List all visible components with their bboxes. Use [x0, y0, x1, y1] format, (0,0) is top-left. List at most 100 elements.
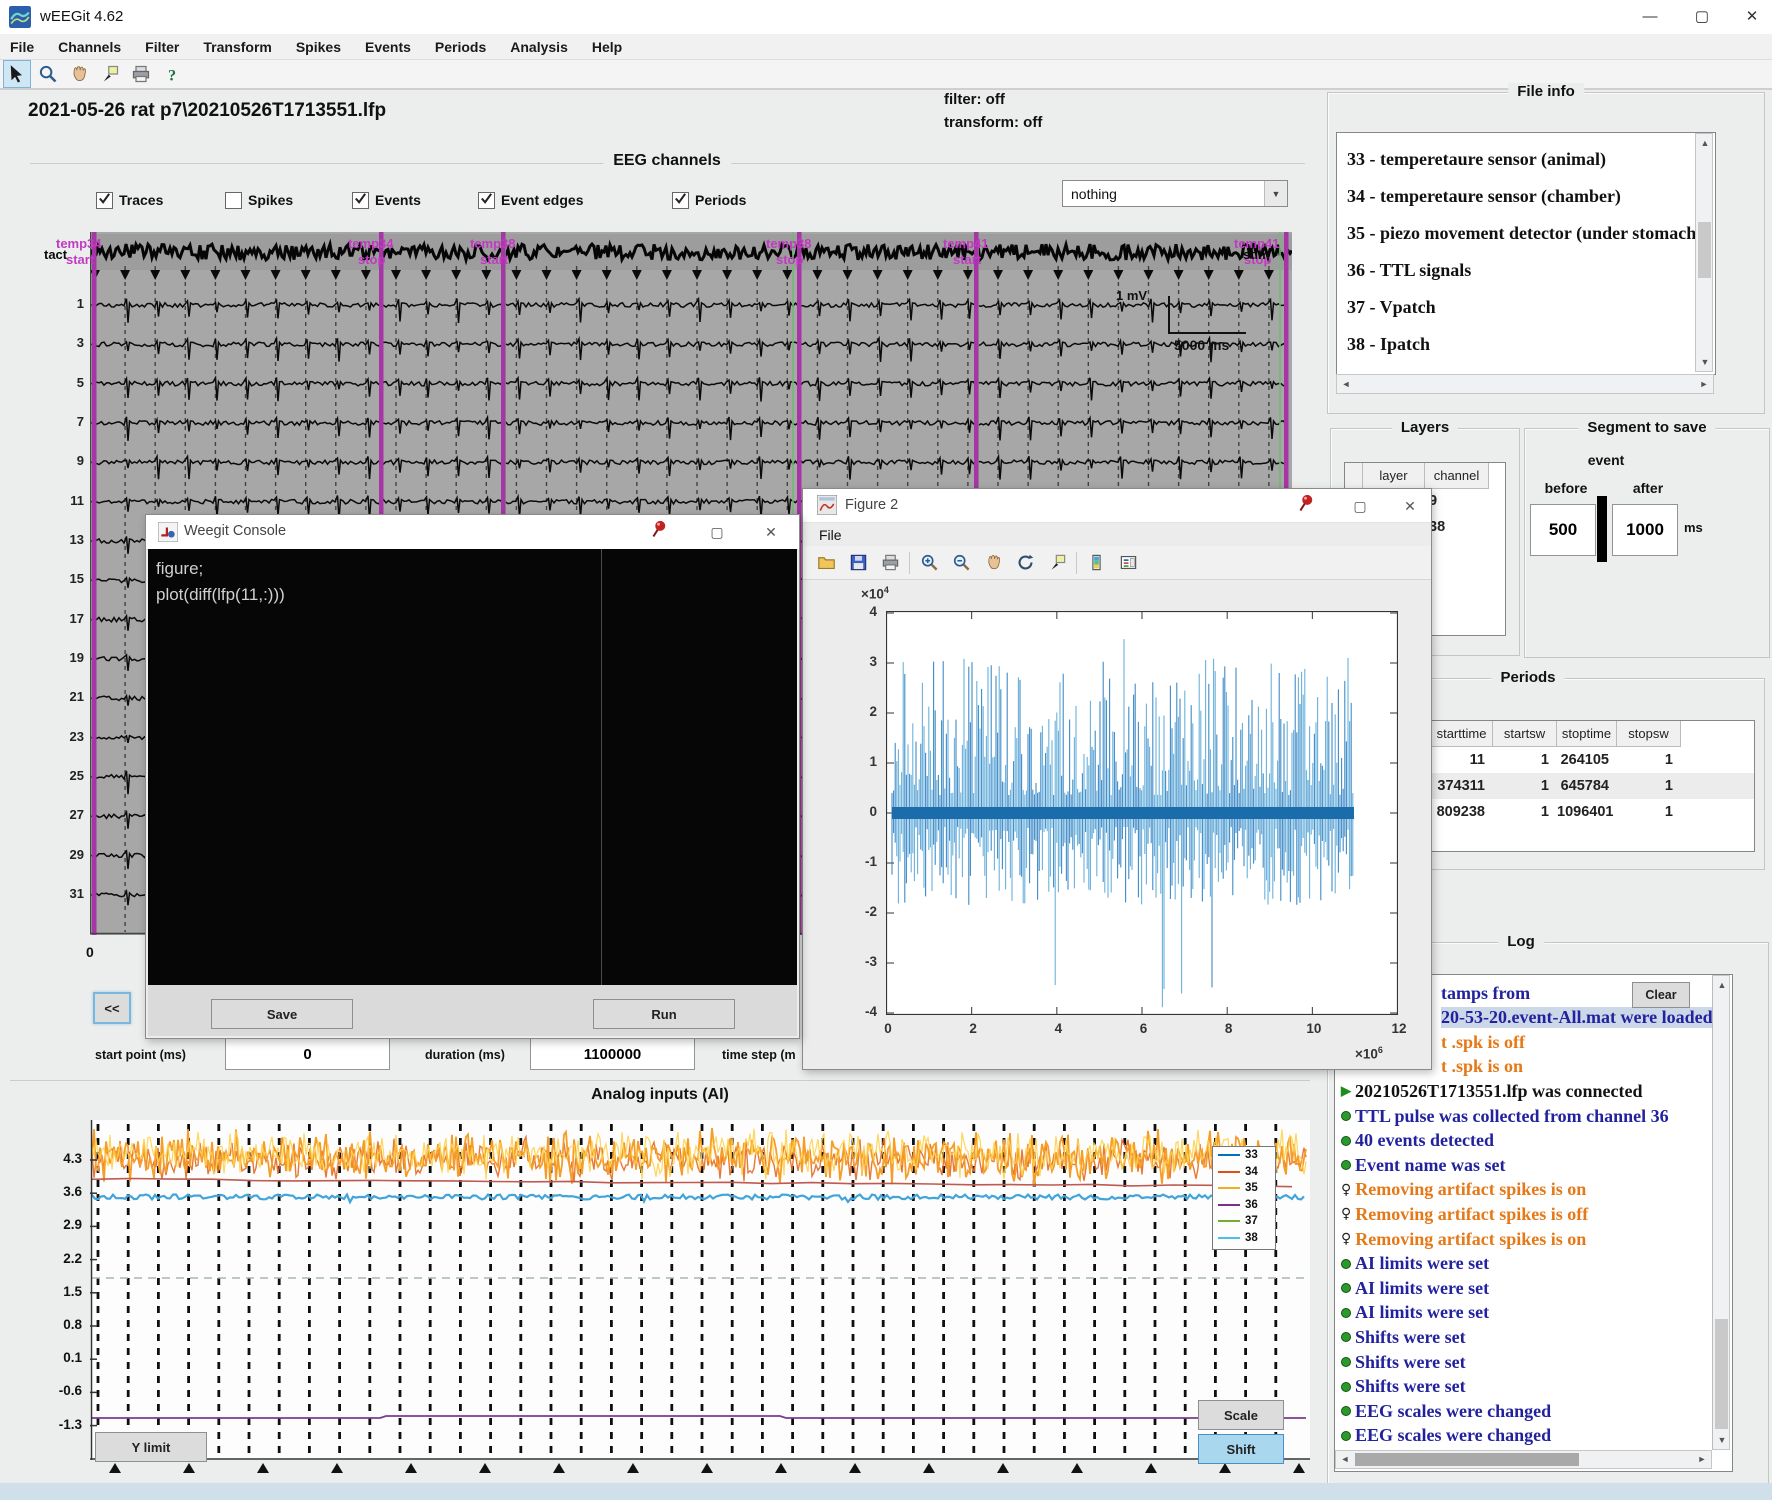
scroll-back-button[interactable]: <<	[93, 992, 131, 1024]
file-info-item[interactable]: 33 - temperetaure sensor (animal)	[1347, 149, 1606, 170]
menu-file[interactable]: File	[10, 39, 34, 55]
badge-icon[interactable]	[1044, 550, 1070, 576]
maximize-button[interactable]: ▢	[702, 519, 732, 545]
log-entry[interactable]: Shifts were set	[1341, 1350, 1466, 1374]
log-entry[interactable]: TTL pulse was collected from channel 36	[1341, 1104, 1669, 1128]
log-entry[interactable]: AI limits were set	[1341, 1301, 1489, 1325]
menu-channels[interactable]: Channels	[58, 39, 121, 55]
console-run-button[interactable]: Run	[593, 999, 735, 1029]
file-info-item[interactable]: 36 - TTL signals	[1347, 260, 1471, 281]
log-entry[interactable]: ▶20210526T1713551.lfp was connected	[1341, 1079, 1643, 1103]
menu-spikes[interactable]: Spikes	[296, 39, 341, 55]
menu-analysis[interactable]: Analysis	[510, 39, 568, 55]
log-entry[interactable]: Shifts were set	[1341, 1375, 1466, 1399]
periods-cell[interactable]: 1	[1493, 799, 1549, 825]
panel1-icon[interactable]	[1083, 550, 1109, 576]
zoom-icon[interactable]	[35, 61, 61, 87]
menu-periods[interactable]: Periods	[435, 39, 486, 55]
chevron-down-icon[interactable]: ▼	[1264, 181, 1287, 206]
hand-icon[interactable]	[980, 550, 1006, 576]
minimize-button[interactable]: —	[1628, 2, 1672, 32]
log-entry[interactable]: Shifts were set	[1341, 1325, 1466, 1349]
menu-transform[interactable]: Transform	[203, 39, 271, 55]
analog-inputs-plot[interactable]	[90, 1120, 1310, 1478]
shift-button[interactable]: Shift	[1198, 1434, 1284, 1464]
scale-button[interactable]: Scale	[1198, 1400, 1284, 1430]
zoomout-icon[interactable]	[948, 550, 974, 576]
y-limit-button[interactable]: Y limit	[95, 1432, 207, 1462]
log-entry[interactable]: AI limits were set	[1341, 1276, 1489, 1300]
log-entry[interactable]: ♀Removing artifact spikes is on	[1341, 1227, 1586, 1251]
figure2-title-bar[interactable]: Figure 2 ▢ ✕	[803, 489, 1431, 523]
periods-cell[interactable]: 11	[1431, 747, 1485, 773]
log-entry[interactable]: 40 events detected	[1341, 1129, 1494, 1153]
console-title-bar[interactable]: Weegit Console ▢ ✕	[146, 515, 799, 550]
checkbox-event-edges[interactable]: Event edges	[478, 190, 583, 210]
duration-input[interactable]	[530, 1038, 695, 1070]
close-button[interactable]: ✕	[1395, 493, 1425, 519]
layers-cell[interactable]: 38	[1429, 519, 1485, 535]
checkbox-spikes[interactable]: Spikes	[225, 190, 293, 210]
scroll-right-icon[interactable]: ►	[1693, 1451, 1711, 1469]
checkbox-box[interactable]	[352, 192, 369, 209]
scroll-left-icon[interactable]: ◄	[1337, 375, 1355, 393]
close-button[interactable]: ✕	[756, 519, 786, 545]
menu-help[interactable]: Help	[592, 39, 622, 55]
file-info-item[interactable]: 37 - Vpatch	[1347, 297, 1436, 318]
log-entry[interactable]: EEG scales were changed	[1341, 1424, 1551, 1448]
periods-cell[interactable]: 645784	[1557, 773, 1609, 799]
pushpin-icon[interactable]	[644, 519, 674, 545]
folder-icon[interactable]	[813, 550, 839, 576]
rotate-icon[interactable]	[1012, 550, 1038, 576]
scroll-left-icon[interactable]: ◄	[1336, 1451, 1354, 1469]
periods-cell[interactable]: 1096401	[1557, 799, 1609, 825]
panel2-icon[interactable]	[1115, 550, 1141, 576]
periods-cell[interactable]: 1	[1617, 799, 1673, 825]
hand-icon[interactable]	[66, 61, 92, 87]
log-entry[interactable]: ♀Removing artifact spikes is off	[1341, 1202, 1588, 1226]
checkbox-box[interactable]	[672, 192, 689, 209]
checkbox-traces[interactable]: Traces	[96, 190, 163, 210]
checkbox-periods[interactable]: Periods	[672, 190, 746, 210]
scroll-right-icon[interactable]: ►	[1695, 375, 1713, 393]
menu-events[interactable]: Events	[365, 39, 411, 55]
periods-cell[interactable]: 1	[1493, 747, 1549, 773]
maximize-button[interactable]: ▢	[1680, 2, 1724, 32]
checkbox-box[interactable]	[96, 192, 113, 209]
file-info-listbox[interactable]: 33 - temperetaure sensor (animal) 34 - te…	[1336, 132, 1716, 375]
console-save-button[interactable]: Save	[211, 999, 353, 1029]
badge-icon[interactable]	[97, 61, 123, 87]
file-info-item[interactable]: 35 - piezo movement detector (under stom…	[1347, 223, 1702, 244]
zoomin-icon[interactable]	[916, 550, 942, 576]
scroll-down-icon[interactable]: ▼	[1713, 1431, 1731, 1449]
segment-before-input[interactable]	[1530, 504, 1596, 556]
log-entry[interactable]: AI limits were set	[1341, 1252, 1489, 1276]
log-hscrollbar[interactable]: ◄ ►	[1335, 1450, 1712, 1469]
save-icon[interactable]	[845, 550, 871, 576]
scroll-up-icon[interactable]: ▲	[1713, 976, 1731, 994]
log-entry[interactable]: EEG scales were changed	[1341, 1399, 1551, 1423]
figure2-axes[interactable]	[886, 611, 1398, 1015]
maximize-button[interactable]: ▢	[1345, 493, 1375, 519]
segment-after-input[interactable]	[1612, 504, 1678, 556]
periods-cell[interactable]: 264105	[1557, 747, 1609, 773]
file-info-item[interactable]: 34 - temperetaure sensor (chamber)	[1347, 186, 1621, 207]
periods-cell[interactable]: 809238	[1431, 799, 1485, 825]
scrollbar-thumb[interactable]	[1715, 1319, 1728, 1429]
file-info-item[interactable]: 38 - Ipatch	[1347, 334, 1430, 355]
menu-filter[interactable]: Filter	[145, 39, 179, 55]
pushpin-icon[interactable]	[1291, 493, 1321, 519]
periods-cell[interactable]: 1	[1493, 773, 1549, 799]
arrow-icon[interactable]	[4, 61, 30, 87]
scroll-down-icon[interactable]: ▼	[1696, 353, 1714, 371]
log-entry[interactable]: Event name was set	[1341, 1153, 1506, 1177]
overlay-dropdown[interactable]: nothing ▼	[1062, 180, 1288, 207]
scroll-up-icon[interactable]: ▲	[1696, 134, 1714, 152]
file-info-vscrollbar[interactable]: ▲ ▼	[1695, 133, 1713, 372]
file-info-hscrollbar[interactable]: ◄ ►	[1336, 374, 1714, 394]
layers-cell[interactable]: 9	[1429, 493, 1485, 509]
scrollbar-thumb[interactable]	[1698, 222, 1711, 278]
print-icon[interactable]	[128, 61, 154, 87]
figure2-file-menu[interactable]: File	[819, 527, 842, 543]
checkbox-box[interactable]	[225, 192, 242, 209]
